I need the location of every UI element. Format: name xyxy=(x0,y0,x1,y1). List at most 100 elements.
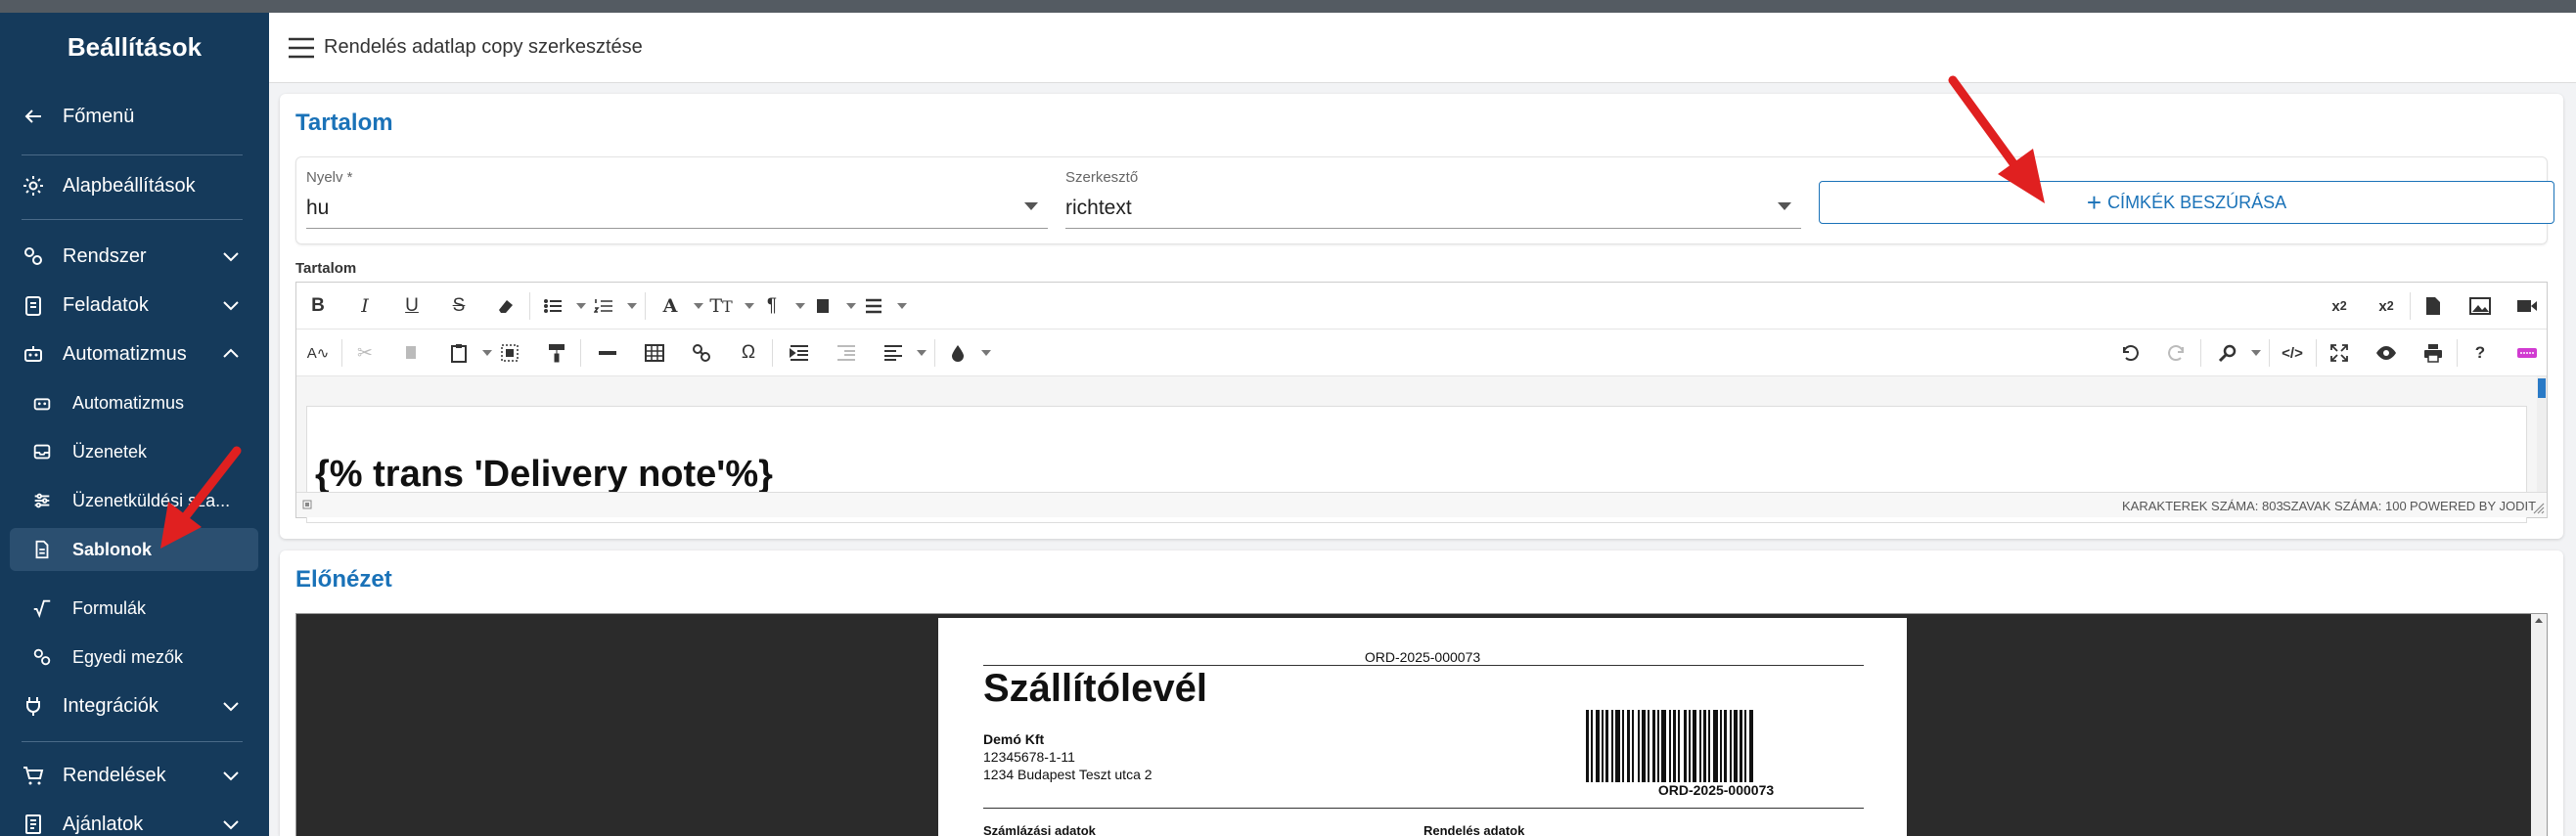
chevron-down-icon[interactable] xyxy=(2251,350,2261,356)
sidebar-item-quotes[interactable]: Ajánlatok xyxy=(0,803,269,836)
sidebar-item-basic-settings[interactable]: Alapbeállítások xyxy=(0,164,269,207)
superscript-icon[interactable]: x2 xyxy=(2327,294,2351,318)
source-code-icon[interactable]: </> xyxy=(2281,341,2304,365)
numbered-list-icon[interactable] xyxy=(592,294,615,318)
strikethrough-icon[interactable]: S xyxy=(447,294,471,318)
toolbar-separator xyxy=(2200,339,2201,367)
sidebar-item-system[interactable]: Rendszer xyxy=(0,235,269,278)
sidebar-item-main-menu[interactable]: Főmenü xyxy=(0,95,269,138)
toolbar-separator xyxy=(341,339,342,367)
red-arrow-annotation xyxy=(160,446,242,549)
chevron-down-icon[interactable] xyxy=(745,303,754,309)
print-icon[interactable] xyxy=(2421,341,2445,365)
select-all-icon[interactable] xyxy=(498,341,521,365)
chevron-down-icon[interactable] xyxy=(694,303,703,309)
copy-icon[interactable] xyxy=(400,341,424,365)
horizontal-rule-icon[interactable] xyxy=(596,341,619,365)
italic-icon[interactable]: I xyxy=(353,294,377,318)
doc-tax-id: 12345678-1-11 xyxy=(983,749,1075,765)
toolbar-separator xyxy=(2410,292,2411,320)
underline-icon[interactable]: U xyxy=(400,294,424,318)
language-value: hu xyxy=(306,197,330,219)
chevron-down-icon[interactable] xyxy=(576,303,586,309)
sidebar-item-automation[interactable]: Automatizmus xyxy=(0,332,269,375)
scroll-up-icon[interactable] xyxy=(2534,616,2544,624)
paste-icon[interactable] xyxy=(447,341,471,365)
language-underline xyxy=(306,228,1048,229)
sidebar-item-integrations[interactable]: Integrációk xyxy=(0,684,269,727)
cut-icon[interactable]: ✂ xyxy=(353,341,377,365)
indent-icon[interactable] xyxy=(788,341,811,365)
classname-icon[interactable] xyxy=(811,294,835,318)
scrollbar-thumb[interactable] xyxy=(2538,378,2546,398)
editor-toolbar-row-1: B I U S A TT ¶ x2 x2 xyxy=(296,283,2547,330)
spellcheck-icon[interactable]: A∿ xyxy=(306,341,330,365)
sidebar-item-tasks[interactable]: Feladatok xyxy=(0,284,269,327)
editor-scrollbar[interactable] xyxy=(2537,376,2547,492)
preview-eye-icon[interactable] xyxy=(2374,341,2398,365)
preview-scrollbar[interactable] xyxy=(2531,614,2547,836)
help-icon[interactable]: ? xyxy=(2468,341,2492,365)
subscript-icon[interactable]: x2 xyxy=(2374,294,2398,318)
file-icon[interactable] xyxy=(2421,294,2445,318)
copy-format-icon[interactable] xyxy=(545,341,568,365)
font-size-icon[interactable]: TT xyxy=(709,294,733,318)
video-icon[interactable] xyxy=(2515,294,2539,318)
tags-plugin-icon[interactable] xyxy=(2515,341,2539,365)
insert-tags-button[interactable]: + CÍMKÉK BESZÚRÁSA xyxy=(1819,181,2554,224)
word-count: SZAVAK SZÁMA: 100 xyxy=(2282,499,2407,513)
clipboard-icon xyxy=(25,296,41,316)
align-icon[interactable] xyxy=(881,341,905,365)
toolbar-separator xyxy=(2457,339,2458,367)
hamburger-menu-icon[interactable] xyxy=(289,37,314,59)
chevron-down-icon[interactable] xyxy=(482,350,492,356)
sidebar-subitem-automation[interactable]: Automatizmus xyxy=(0,381,269,424)
chevron-down-icon[interactable] xyxy=(897,303,907,309)
chevron-down-icon[interactable] xyxy=(917,350,926,356)
lineheight-icon[interactable] xyxy=(862,294,885,318)
sidebar-item-label: Integrációk xyxy=(63,694,158,717)
paragraph-icon[interactable]: ¶ xyxy=(760,294,784,318)
sidebar-item-label: Feladatok xyxy=(63,293,149,316)
content-card: Tartalom Nyelv * hu Szerkesztő richtext … xyxy=(280,94,2563,539)
sidebar-item-orders[interactable]: Rendelések xyxy=(0,754,269,797)
special-character-icon[interactable]: Ω xyxy=(737,341,760,365)
sidebar-subitem-custom-fields[interactable]: Egyedi mezők xyxy=(0,636,269,679)
doc-billing-heading: Számlázási adatok xyxy=(983,823,1096,836)
chevron-down-icon[interactable] xyxy=(846,303,856,309)
sidebar-title: Beállítások xyxy=(67,31,203,62)
bold-icon[interactable]: B xyxy=(306,294,330,318)
redo-icon[interactable] xyxy=(2165,341,2189,365)
table-icon[interactable] xyxy=(643,341,666,365)
doc-divider xyxy=(983,808,1864,809)
plus-icon: + xyxy=(2086,188,2102,217)
chevron-down-icon[interactable] xyxy=(981,350,991,356)
search-icon[interactable] xyxy=(2216,341,2239,365)
resize-handle-icon[interactable] xyxy=(2533,503,2545,514)
image-icon[interactable] xyxy=(2468,294,2492,318)
fields-icon xyxy=(33,648,51,666)
inbox-icon xyxy=(33,444,51,460)
sidebar-item-label: Automatizmus xyxy=(72,392,185,413)
outdent-icon[interactable] xyxy=(835,341,858,365)
sidebar-subitem-formulas[interactable]: Formulák xyxy=(0,587,269,630)
undo-icon[interactable] xyxy=(2118,341,2142,365)
rich-text-editor: B I U S A TT ¶ x2 x2 A∿ ✂ Ω </> ? {% tra… xyxy=(295,282,2548,523)
chevron-down-icon[interactable] xyxy=(795,303,805,309)
dropdown-arrow-icon xyxy=(1024,202,1038,210)
arrow-left-icon xyxy=(24,110,41,123)
sidebar-item-label: Alapbeállítások xyxy=(63,174,196,197)
link-icon[interactable] xyxy=(690,341,713,365)
brush-icon[interactable] xyxy=(946,341,970,365)
font-icon[interactable]: A xyxy=(658,294,682,318)
chevron-down-icon[interactable] xyxy=(627,303,637,309)
sidebar-item-label: Rendszer xyxy=(63,244,147,267)
eraser-icon[interactable] xyxy=(494,294,518,318)
bullet-list-icon[interactable] xyxy=(541,294,565,318)
preview-frame[interactable]: ORD-2025-000073 Szállítólevél Demó Kft 1… xyxy=(295,613,2548,836)
chevron-down-icon xyxy=(223,771,239,781)
fullscreen-icon[interactable] xyxy=(2327,341,2351,365)
editor-heading: {% trans 'Delivery note'%} xyxy=(315,454,773,495)
editor-label: Tartalom xyxy=(295,260,357,277)
chevron-down-icon xyxy=(223,820,239,830)
